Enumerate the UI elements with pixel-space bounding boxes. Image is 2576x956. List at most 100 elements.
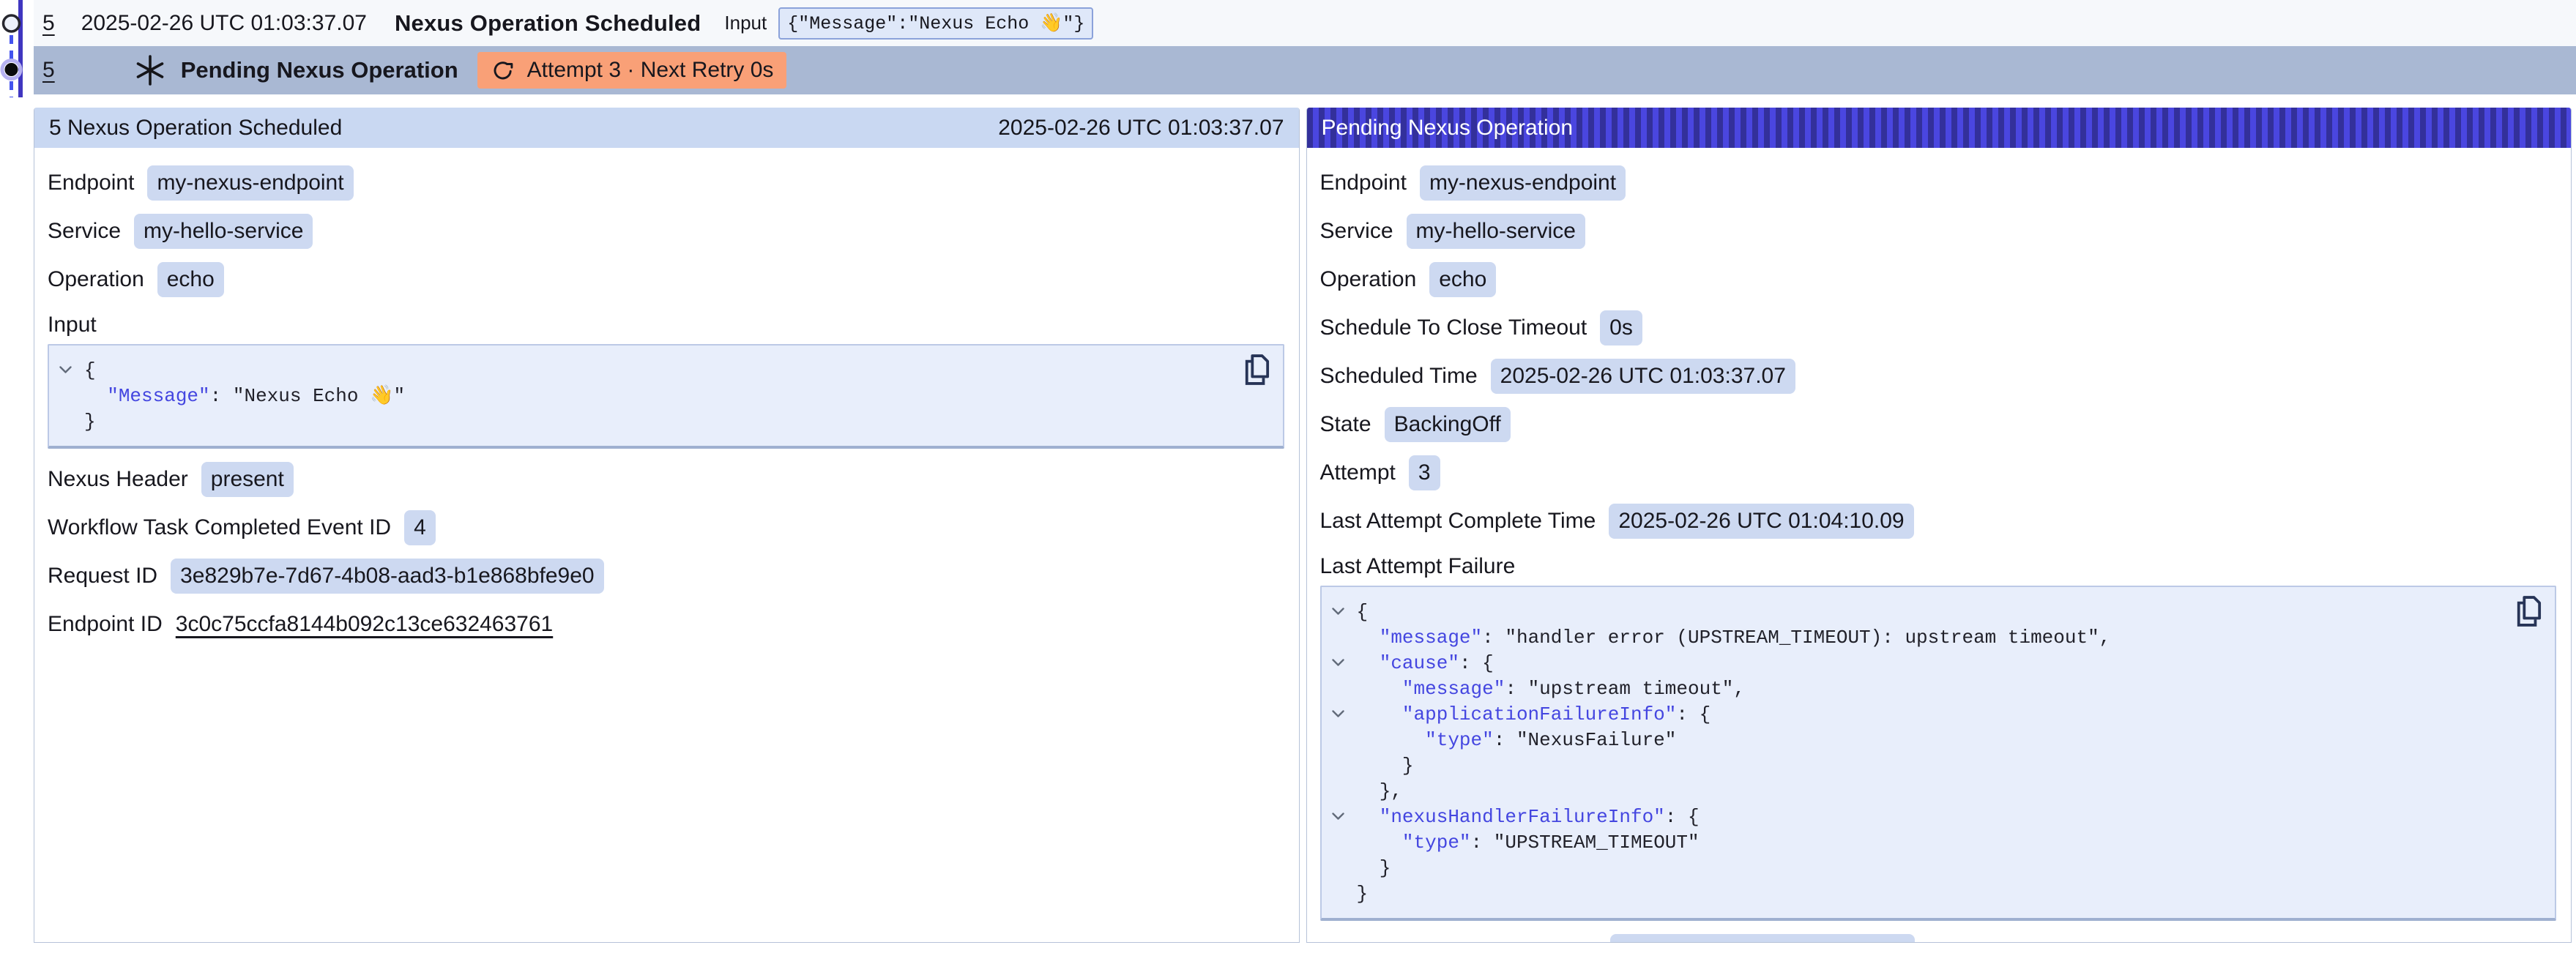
event-row-scheduled[interactable]: 5 2025-02-26 UTC 01:03:37.07 Nexus Opera… (34, 0, 2576, 46)
code-line: }, (1332, 778, 2541, 804)
json-key: "type" (1425, 729, 1494, 751)
json-key: "type" (1402, 832, 1471, 854)
field-row-state: State BackingOff (1320, 407, 2557, 442)
field-label: State (1320, 412, 1371, 437)
field-value-badge: 2025-02-26 UTC 01:03:37.07 (1491, 359, 1795, 394)
field-value-badge: present (201, 462, 294, 497)
field-label: Endpoint (48, 171, 134, 195)
code-line: "nexusHandlerFailureInfo": { (1332, 804, 2541, 829)
field-value-badge: 2025-02-26 UTC 01:04:10.09 (1609, 504, 1913, 539)
json-key: "message" (1380, 627, 1482, 649)
field-value-badge: 3e829b7e-7d67-4b08-aad3-b1e868bfe9e0 (171, 559, 604, 594)
field-label: Last Attempt Complete Time (1320, 509, 1596, 534)
json-text (1357, 652, 1380, 674)
code-line: "message": "handler error (UPSTREAM_TIME… (1332, 624, 2541, 650)
event-title: Nexus Operation Scheduled (395, 10, 701, 37)
field-label: Operation (1320, 267, 1417, 292)
endpoint-id-link[interactable]: 3c0c75ccfa8144b092c13ce632463761 (176, 612, 553, 637)
json-text: : "handler error (UPSTREAM_TIMEOUT): ups… (1482, 627, 2110, 649)
field-label: Next Attempt Schedule Time (1320, 939, 1598, 943)
code-line: } (1332, 753, 2541, 778)
code-text: } (84, 411, 96, 433)
field-label: Schedule To Close Timeout (1320, 315, 1587, 340)
event-row-pending[interactable]: 5 Pending Nexus Operation Attempt 3 · Ne… (34, 46, 2576, 94)
json-text: : "upstream timeout", (1505, 678, 1745, 700)
event-timeline-gutter (0, 0, 34, 102)
json-text (1357, 729, 1426, 751)
json-text (1357, 627, 1380, 649)
field-value-badge: my-hello-service (134, 214, 313, 249)
json-text (1357, 806, 1380, 828)
field-value-badge: my-nexus-endpoint (1420, 165, 1626, 201)
code-text: "message": "upstream timeout", (1357, 678, 1746, 700)
field-label: Service (48, 219, 121, 244)
json-text: : { (1676, 703, 1710, 725)
chevron-down-icon[interactable] (1332, 710, 1357, 718)
field-value-badge: 0s (1600, 310, 1642, 346)
code-line: "Message": "Nexus Echo 👋" (59, 383, 1268, 408)
pending-operation-panel: Pending Nexus Operation Endpoint my-nexus… (1306, 108, 2572, 943)
event-timestamp: 2025-02-26 UTC 01:03:37.07 (81, 11, 367, 36)
code-text: { (1357, 601, 1369, 623)
field-row-last-attempt-failure: Last Attempt Failure (1320, 553, 2557, 580)
json-key: "message" (1402, 678, 1505, 700)
json-text: }, (1357, 780, 1402, 802)
event-id-link[interactable]: 5 (42, 11, 55, 36)
code-text: } (1357, 755, 1414, 777)
json-text: : "NexusFailure" (1494, 729, 1677, 751)
code-text: "message": "handler error (UPSTREAM_TIME… (1357, 627, 2111, 649)
input-value-chip: {"Message":"Nexus Echo 👋"} (778, 7, 1093, 40)
code-text: } (1357, 883, 1369, 905)
json-text (1357, 832, 1402, 854)
timeline-node-selected[interactable] (2, 61, 21, 79)
json-text: } (1357, 857, 1391, 879)
field-label: Endpoint (1320, 171, 1407, 195)
code-line: "message": "upstream timeout", (1332, 676, 2541, 701)
input-code-codeblock: { "Message": "Nexus Echo 👋"} (48, 344, 1284, 449)
copy-icon[interactable] (1243, 354, 1270, 385)
field-row-last-attempt-complete-time: Last Attempt Complete Time 2025-02-26 UTC… (1320, 504, 2557, 539)
timeline-node-open[interactable] (4, 15, 20, 31)
code-text: "type": "NexusFailure" (1357, 729, 1677, 751)
field-row-service: Servicemy-hello-service (1320, 214, 2557, 249)
json-text: } (1357, 755, 1414, 777)
pending-panel-title: Pending Nexus Operation (1322, 116, 1574, 141)
json-text (1357, 678, 1402, 700)
copy-icon[interactable] (2515, 596, 2542, 627)
field-value-badge: 2025-02-26 UTC 01:04:13.93 (1610, 934, 1915, 943)
retry-status-badge: Attempt 3 · Next Retry 0s (477, 52, 787, 89)
field-row-attempt: Attempt3 (1320, 455, 2557, 490)
json-text (84, 385, 107, 407)
chevron-down-icon[interactable] (1332, 659, 1357, 667)
event-panel-body: Endpoint my-nexus-endpoint Service my-hello… (34, 148, 1299, 657)
code-line: } (1332, 855, 2541, 881)
json-text: } (1357, 883, 1369, 905)
pending-panel-body: Endpoint my-nexus-endpoint Servicemy-hello… (1307, 148, 2572, 943)
event-history-rows: 5 2025-02-26 UTC 01:03:37.07 Nexus Opera… (34, 0, 2576, 94)
chevron-down-icon[interactable] (1332, 608, 1357, 616)
chevron-down-icon[interactable] (1332, 813, 1357, 821)
retry-badge-text: Attempt 3 · Next Retry 0s (527, 58, 774, 83)
event-detail-panel: 5 Nexus Operation Scheduled 2025-02-26 U… (34, 108, 1300, 943)
field-value-badge: my-nexus-endpoint (147, 165, 353, 201)
field-row-request-id: Request ID 3e829b7e-7d67-4b08-aad3-b1e868… (48, 559, 1284, 594)
json-text: { (84, 359, 96, 381)
input-label: Input (724, 12, 767, 34)
chevron-down-icon[interactable] (59, 366, 84, 374)
json-text: : { (1459, 652, 1494, 674)
event-panel-header: 5 Nexus Operation Scheduled 2025-02-26 U… (34, 108, 1299, 148)
field-row-operation: Operation echo (1320, 262, 2557, 297)
event-id-link[interactable]: 5 (42, 58, 55, 83)
code-line: "type": "NexusFailure" (1332, 727, 2541, 753)
pending-panel-header: Pending Nexus Operation (1307, 108, 2572, 148)
field-row-next-attempt-schedule-time: Next Attempt Schedule Time 2025-02-26 UTC… (1320, 934, 2557, 943)
field-value-badge: echo (1429, 262, 1496, 297)
field-row-scheduled-time: Scheduled Time2025-02-26 UTC 01:03:37.07 (1320, 359, 2557, 394)
field-label: Request ID (48, 564, 157, 589)
field-row-workflow-task-completed-event-id: Workflow Task Completed Event ID4 (48, 510, 1284, 545)
field-value-badge: BackingOff (1385, 407, 1511, 442)
code-line: } (59, 408, 1268, 434)
json-text: } (84, 411, 96, 433)
field-row-nexus-header: Nexus Headerpresent (48, 462, 1284, 497)
field-value-badge: 4 (404, 510, 436, 545)
